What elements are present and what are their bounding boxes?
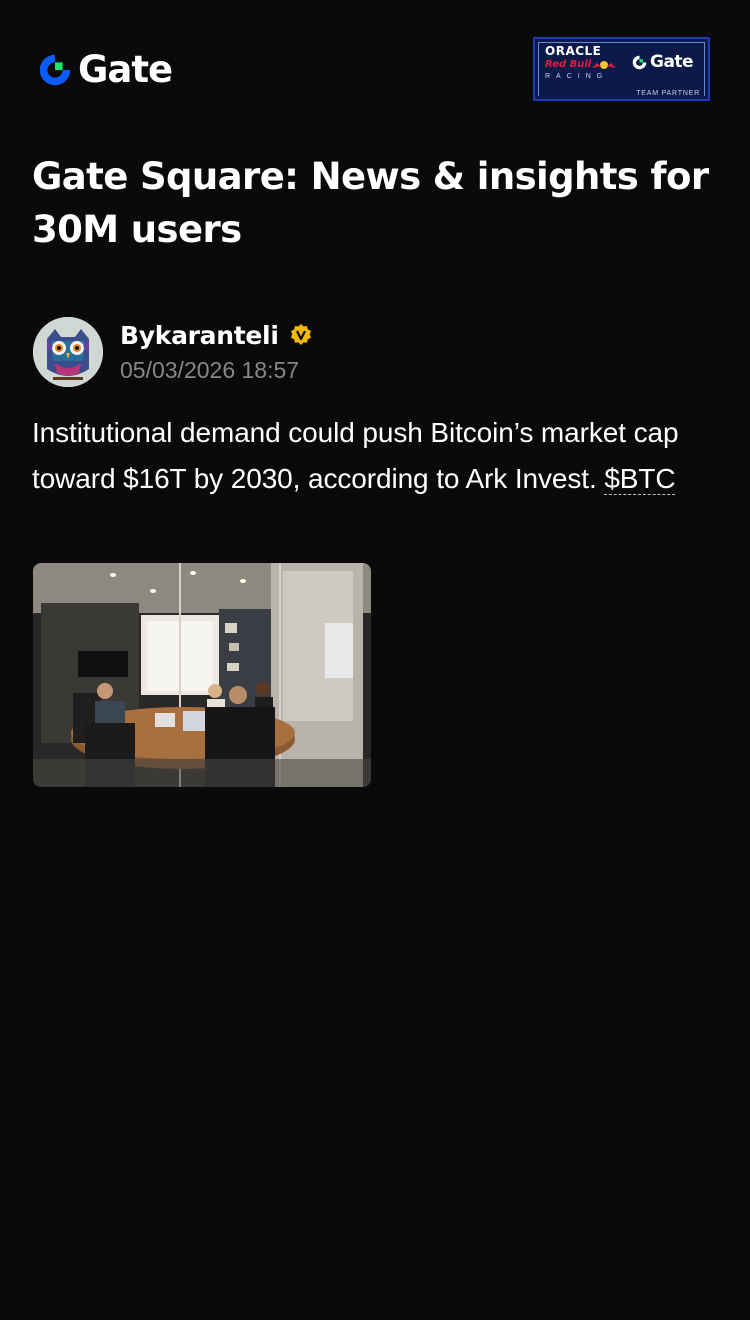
- office-meeting-photo: [33, 563, 371, 787]
- ticker-link-btc[interactable]: $BTC: [604, 463, 675, 494]
- partner-gate-wordmark: Gate: [650, 52, 694, 72]
- verified-badge-icon: [290, 324, 311, 345]
- partner-redbull-text: Red Bull: [545, 59, 592, 70]
- author-name[interactable]: Bykaranteli: [120, 321, 279, 350]
- red-bull-icon: [592, 61, 616, 69]
- partner-oracle-text: ORACLE: [545, 44, 602, 58]
- gate-logo[interactable]: Gate: [36, 48, 173, 91]
- partner-racing-text: RACING: [545, 73, 609, 80]
- gate-logo-icon: [632, 55, 647, 69]
- partner-gate-logo: Gate: [631, 52, 694, 72]
- gate-logo-icon: [39, 54, 71, 86]
- owl-avatar-image: [33, 317, 103, 387]
- author-avatar[interactable]: [33, 317, 103, 387]
- post-image[interactable]: [33, 563, 371, 787]
- post-body-text: Institutional demand could push Bitcoin’…: [32, 417, 679, 494]
- top-header: Gate ORACLE Red Bull RACING Gate TEAM PA…: [0, 0, 750, 130]
- team-partner-caption: TEAM PARTNER: [636, 90, 700, 97]
- page-title: Gate Square: News & insights for 30M use…: [32, 155, 709, 251]
- post-timestamp: 05/03/2026 18:57: [120, 357, 300, 383]
- team-partner-badge[interactable]: ORACLE Red Bull RACING Gate TEAM PARTNER: [533, 37, 710, 101]
- author-row: Bykaranteli: [120, 318, 313, 352]
- post-body: Institutional demand could push Bitcoin’…: [32, 410, 732, 502]
- logo-wordmark: Gate: [78, 48, 173, 91]
